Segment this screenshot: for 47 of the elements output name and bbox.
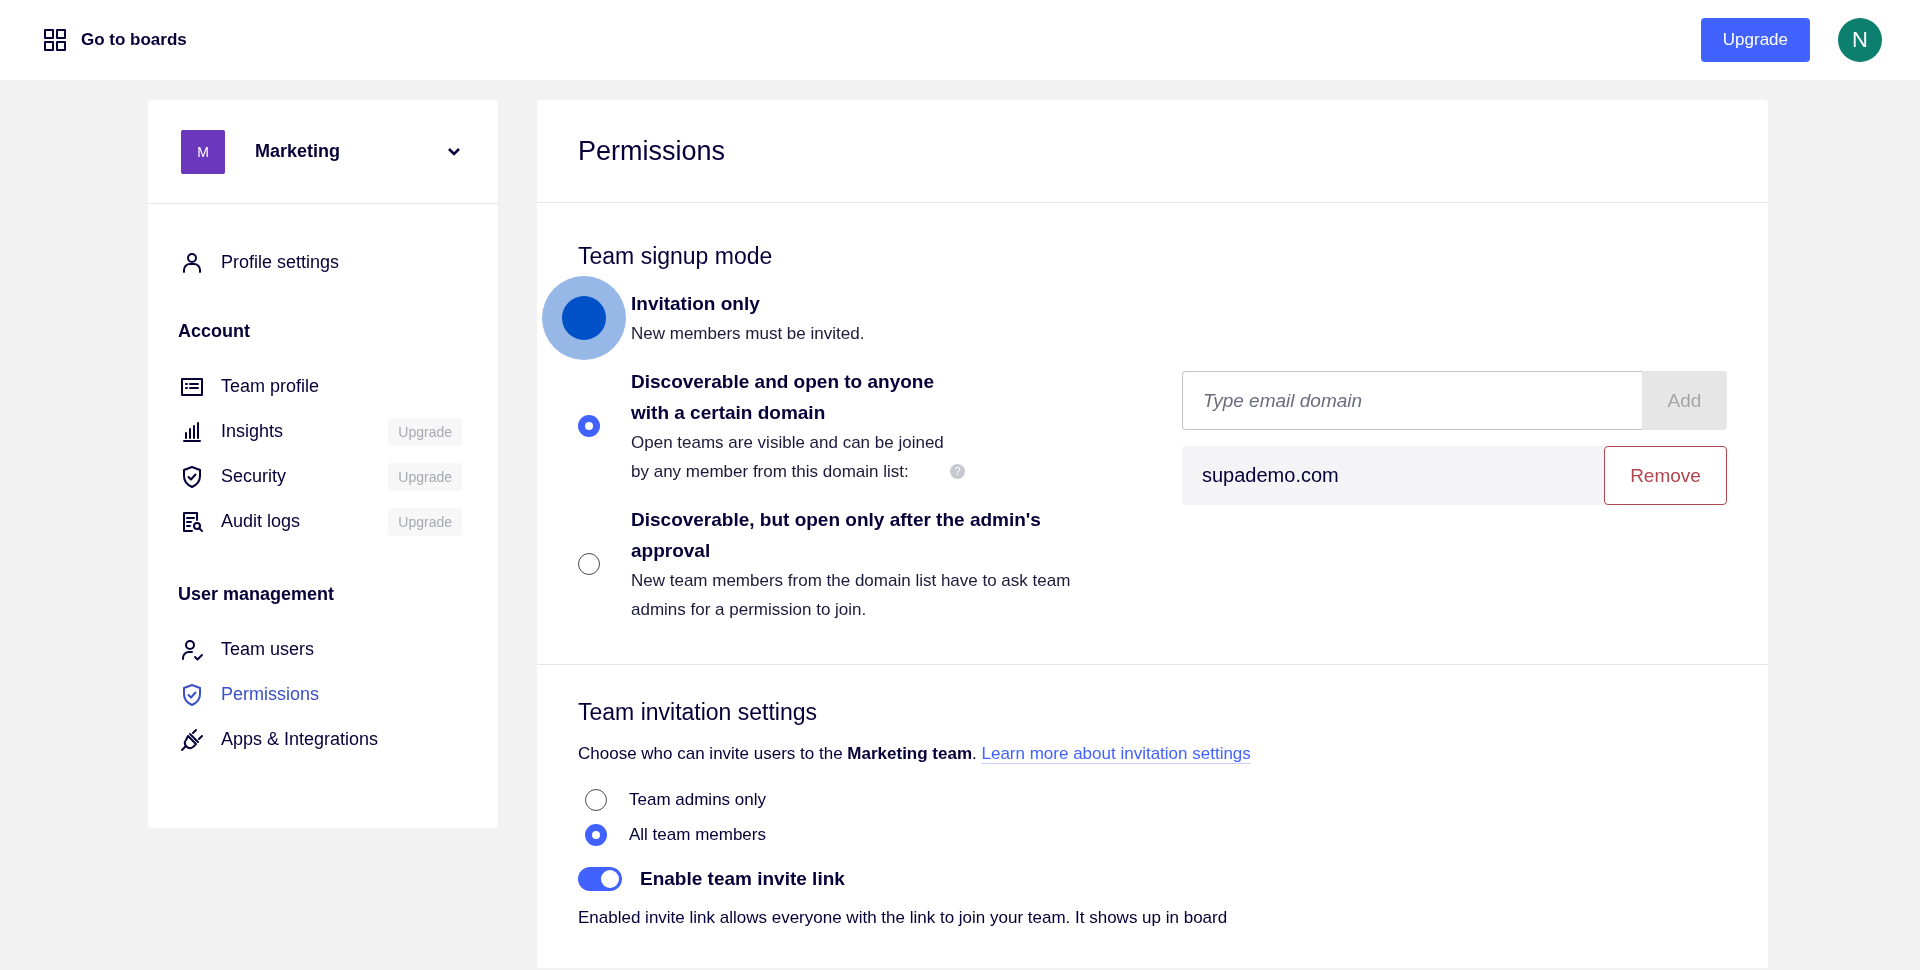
option-description: Open teams are visible and can be joined by any member from this domain list:: [631, 432, 945, 483]
user-avatar[interactable]: N: [1838, 18, 1882, 62]
radio-label: All team members: [629, 824, 766, 845]
option-description: New team members from the domain list have to ask team admins for a permission to join.: [631, 570, 1072, 621]
option-title: Discoverable, but open only after the admin's approval: [631, 508, 1042, 563]
radio-label: Team admins only: [629, 789, 766, 810]
radio-button[interactable]: [585, 788, 607, 811]
team-avatar: M: [181, 129, 225, 174]
page-title: Permissions: [537, 100, 1768, 203]
section-heading: Account: [178, 321, 251, 342]
invitation-description: Choose who can invite users to the Marketing team. Learn more about invitation settings: [578, 744, 1252, 764]
chevron-down-icon[interactable]: [448, 147, 460, 156]
radio-button[interactable]: [578, 553, 600, 575]
sidebar-link[interactable]: Team profile: [221, 376, 468, 397]
person-icon: [180, 250, 204, 275]
option-description: New members must be invited.: [631, 323, 865, 345]
invite-link-description: Enabled invite link allows everyone with the link to join your team. It shows up in board: [578, 908, 1229, 928]
sidebar-link[interactable]: Permissions: [221, 684, 468, 705]
person-check-icon: [180, 637, 204, 662]
shield-check-icon: [180, 464, 204, 489]
email-domain-field[interactable]: Type email domain: [1182, 371, 1642, 430]
sidebar-link[interactable]: Apps & Integrations: [221, 729, 468, 750]
sidebar-link[interactable]: Team users: [221, 639, 468, 660]
section-heading: User management: [178, 584, 336, 605]
section-heading: Team invitation settings: [578, 699, 819, 726]
sidebar-link[interactable]: Insights: [221, 421, 389, 442]
shield-check-icon: [180, 682, 204, 707]
upgrade-button[interactable]: Upgrade: [1700, 18, 1810, 62]
grid-icon: [44, 29, 66, 51]
sidebar-link[interactable]: Security: [221, 466, 389, 487]
go-to-boards-link[interactable]: Go to boards: [81, 30, 187, 50]
toggle-label: Enable team invite link: [640, 868, 845, 890]
section-heading: Team signup mode: [578, 243, 774, 270]
toggle-switch[interactable]: [578, 867, 622, 891]
domain-entry: supademo.com: [1201, 464, 1340, 487]
sidebar-link[interactable]: Profile settings: [221, 252, 468, 273]
option-title: Discoverable and open to anyone with a certain domain: [631, 370, 936, 425]
radio-button[interactable]: [585, 823, 607, 846]
option-title: Invitation only: [631, 292, 761, 316]
learn-more-link[interactable]: Learn more about invitation settings: [981, 744, 1251, 764]
document-search-icon: [180, 509, 204, 534]
sidebar-link[interactable]: Audit logs: [221, 511, 389, 532]
plug-icon: [180, 727, 204, 752]
bar-chart-icon: [180, 419, 204, 444]
team-name[interactable]: Marketing: [255, 141, 448, 162]
remove-button[interactable]: Remove: [1604, 446, 1727, 505]
radio-button[interactable]: [578, 415, 600, 437]
